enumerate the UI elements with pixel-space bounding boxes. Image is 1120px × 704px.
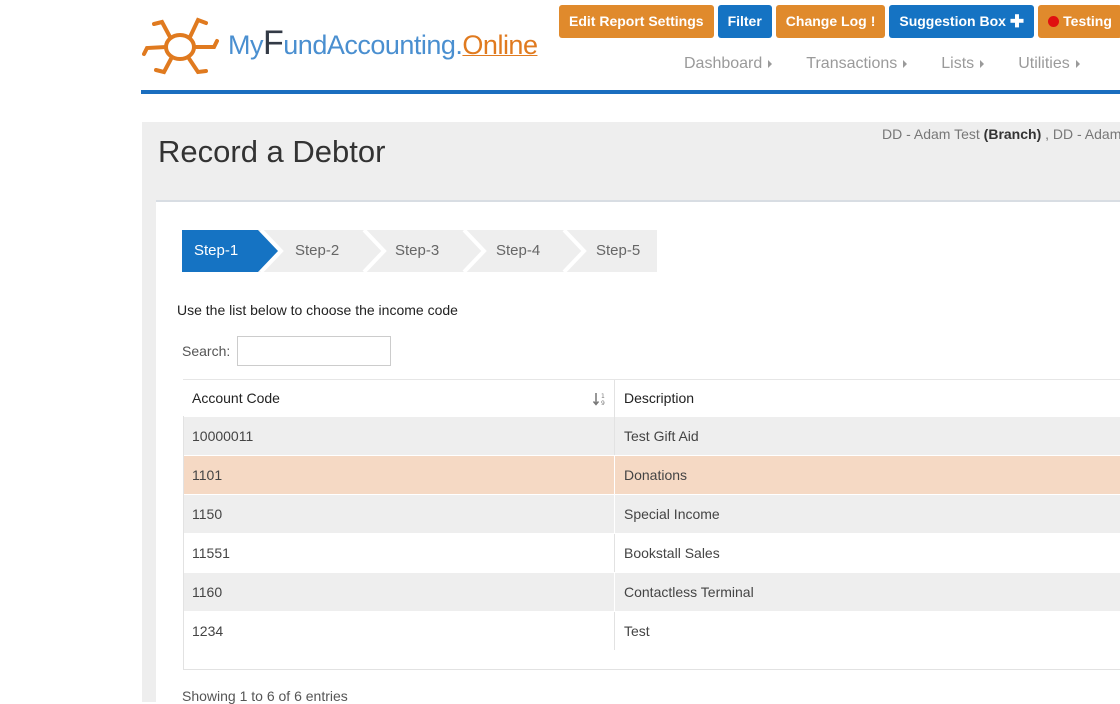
header-divider bbox=[141, 90, 1120, 94]
edit-report-settings-button[interactable]: Edit Report Settings bbox=[559, 5, 714, 38]
content-card: Step-1 Step-2 Step-3 Step-4 Step-5 Use t… bbox=[156, 200, 1120, 704]
logo-accounting: undAccounting. bbox=[283, 30, 463, 60]
table-header: Account Code 1 9 Description bbox=[183, 379, 1120, 418]
page-panel: Record a Debtor DD - Adam Test (Branch) … bbox=[142, 122, 1120, 704]
step-1-label: Step-1 bbox=[194, 242, 239, 259]
table-row[interactable]: 1234 Test bbox=[183, 612, 1120, 651]
red-dot-icon bbox=[1048, 16, 1060, 27]
exclamation-icon: ! bbox=[870, 13, 876, 29]
step-5-label: Step-5 bbox=[596, 242, 641, 259]
table-left-border bbox=[183, 416, 184, 670]
filter-label: Filter bbox=[727, 13, 762, 29]
suggestion-box-label: Suggestion Box bbox=[899, 13, 1006, 29]
column-separator bbox=[614, 380, 615, 417]
table-row[interactable]: 11551 Bookstall Sales bbox=[183, 534, 1120, 573]
step-4-label: Step-4 bbox=[496, 242, 541, 259]
account-code-header-label: Account Code bbox=[192, 390, 280, 406]
step-3[interactable]: Step-3 bbox=[395, 230, 439, 272]
svg-text:1: 1 bbox=[601, 393, 605, 400]
logo-my: My bbox=[228, 30, 264, 60]
top-button-bar: Edit Report Settings Filter Change Log! … bbox=[559, 5, 1120, 38]
account-code-cell: 11551 bbox=[192, 545, 230, 561]
sun-logo-icon bbox=[142, 17, 219, 75]
plus-icon: ✚ bbox=[1009, 12, 1025, 31]
description-cell: Test bbox=[624, 623, 650, 639]
nav-utilities-label: Utilities bbox=[1018, 55, 1070, 72]
app-logo[interactable]: MyFundAccounting.Online bbox=[142, 14, 562, 76]
nav-lists-label: Lists bbox=[941, 55, 975, 72]
description-cell: Contactless Terminal bbox=[624, 584, 754, 600]
column-separator bbox=[614, 456, 615, 494]
caret-right-icon bbox=[980, 60, 985, 68]
column-header-description[interactable]: Description bbox=[624, 380, 694, 417]
testing-label: Testing bbox=[1063, 13, 1112, 29]
nav-utilities[interactable]: Utilities bbox=[1018, 55, 1080, 73]
column-separator bbox=[614, 534, 615, 572]
page-title: Record a Debtor bbox=[158, 134, 386, 169]
step-4[interactable]: Step-4 bbox=[496, 230, 540, 272]
column-separator bbox=[614, 573, 615, 611]
edit-report-settings-label: Edit Report Settings bbox=[569, 13, 704, 29]
column-separator bbox=[614, 417, 615, 455]
caret-right-icon bbox=[1075, 60, 1080, 68]
nav-dashboard[interactable]: Dashboard bbox=[684, 55, 773, 73]
table-row[interactable]: 10000011 Test Gift Aid bbox=[183, 417, 1120, 456]
account-code-cell: 1160 bbox=[192, 584, 223, 600]
nav-lists[interactable]: Lists bbox=[941, 55, 985, 73]
column-header-account-code[interactable]: Account Code bbox=[192, 380, 280, 417]
column-separator bbox=[614, 495, 615, 533]
account-code-cell: 10000011 bbox=[192, 428, 254, 444]
filter-button[interactable]: Filter bbox=[717, 5, 772, 38]
caret-right-icon bbox=[768, 60, 773, 68]
nav-transactions[interactable]: Transactions bbox=[806, 55, 908, 73]
branch-context: DD - Adam Test (Branch) , DD - Adam bbox=[882, 126, 1120, 142]
table-row[interactable]: 1160 Contactless Terminal bbox=[183, 573, 1120, 612]
svg-text:9: 9 bbox=[601, 400, 605, 406]
step-divider bbox=[462, 230, 487, 272]
caret-right-icon bbox=[903, 60, 908, 68]
sort-numeric-icon[interactable]: 1 9 bbox=[593, 392, 609, 406]
description-header-label: Description bbox=[624, 390, 695, 406]
suggestion-box-button[interactable]: Suggestion Box ✚ bbox=[889, 5, 1035, 38]
main-nav: Dashboard Transactions Lists Utilities bbox=[684, 55, 1114, 73]
change-log-button[interactable]: Change Log! bbox=[775, 5, 886, 38]
nav-dashboard-label: Dashboard bbox=[684, 55, 763, 72]
step-2[interactable]: Step-2 bbox=[295, 230, 339, 272]
account-code-cell: 1234 bbox=[192, 623, 224, 639]
logo-wordmark: MyFundAccounting.Online bbox=[228, 24, 538, 63]
nav-transactions-label: Transactions bbox=[806, 55, 898, 72]
step-divider bbox=[562, 230, 587, 272]
step-1[interactable]: Step-1 bbox=[194, 230, 238, 272]
step-5[interactable]: Step-5 bbox=[596, 230, 640, 272]
account-code-cell: 1101 bbox=[192, 467, 223, 483]
description-cell: Bookstall Sales bbox=[624, 545, 720, 561]
testing-button[interactable]: Testing bbox=[1038, 5, 1120, 38]
account-code-cell: 1150 bbox=[192, 506, 223, 522]
table-bottom-border bbox=[183, 669, 1120, 670]
change-log-label: Change Log bbox=[785, 13, 867, 29]
search-label: Search: bbox=[182, 343, 231, 359]
logo-f: F bbox=[263, 24, 284, 62]
description-cell: Donations bbox=[624, 467, 688, 483]
step-divider bbox=[362, 230, 387, 272]
description-cell: Test Gift Aid bbox=[624, 428, 699, 444]
table-row-selected[interactable]: 1101 Donations bbox=[183, 456, 1120, 495]
logo-online: Online bbox=[462, 30, 538, 60]
context-prefix: DD - Adam Test bbox=[882, 126, 984, 142]
step-2-label: Step-2 bbox=[295, 242, 340, 259]
column-separator bbox=[614, 612, 615, 650]
context-bold: (Branch) bbox=[983, 126, 1042, 142]
search-input[interactable] bbox=[237, 336, 391, 366]
step-3-label: Step-3 bbox=[395, 242, 440, 259]
description-cell: Special Income bbox=[624, 506, 720, 522]
step-wizard: Step-1 Step-2 Step-3 Step-4 Step-5 bbox=[182, 230, 657, 272]
table-row[interactable]: 1150 Special Income bbox=[183, 495, 1120, 534]
instruction-text: Use the list below to choose the income … bbox=[177, 302, 458, 318]
context-suffix: , DD - Adam bbox=[1041, 126, 1120, 142]
